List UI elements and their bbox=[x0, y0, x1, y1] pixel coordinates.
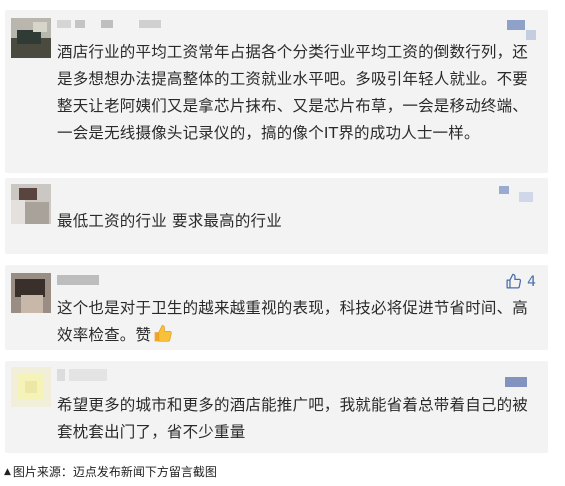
like-area-blurred bbox=[505, 377, 527, 387]
thumbs-up-emoji-icon bbox=[154, 325, 172, 342]
thumbs-up-outline-icon bbox=[506, 273, 522, 289]
image-caption: ▲ 图片来源：迈点发布新闻下方留言截图 bbox=[4, 464, 217, 480]
comment-text-content: 这个也是对于卫生的越来越重视的表现，科技必将促进节省时间、高效率检查。赞 bbox=[57, 299, 529, 344]
username-blurred bbox=[139, 20, 161, 28]
like-area-blurred bbox=[519, 192, 533, 202]
triangle-marker-icon: ▲ bbox=[4, 467, 11, 477]
avatar[interactable] bbox=[11, 184, 51, 224]
caption-text: 图片来源：迈点发布新闻下方留言截图 bbox=[12, 465, 217, 479]
username-blurred bbox=[101, 20, 113, 28]
comment-text: 酒店行业的平均工资常年占据各个分类行业平均工资的倒数行列，还是多想想办法提高整体… bbox=[57, 43, 529, 142]
comment-text: 希望更多的城市和更多的酒店能推广吧，我就能省着总带着自己的被套枕套出门了，省不少… bbox=[57, 396, 529, 441]
username-blurred bbox=[57, 275, 99, 285]
avatar[interactable] bbox=[11, 367, 51, 407]
like-button[interactable]: 4 bbox=[505, 273, 536, 290]
like-area-blurred bbox=[499, 186, 509, 194]
avatar[interactable] bbox=[11, 18, 51, 58]
comment-card: 希望更多的城市和更多的酒店能推广吧，我就能省着总带着自己的被套枕套出门了，省不少… bbox=[5, 361, 548, 453]
comment-card: 4 这个也是对于卫生的越来越重视的表现，科技必将促进节省时间、高效率检查。赞 bbox=[5, 265, 548, 350]
username-blurred bbox=[75, 20, 85, 28]
username-blurred bbox=[69, 369, 107, 381]
username-blurred bbox=[57, 369, 65, 381]
comment-card: 最低工资的行业 要求最高的行业 bbox=[5, 178, 548, 254]
like-area-blurred bbox=[507, 20, 525, 30]
avatar[interactable] bbox=[11, 273, 51, 313]
like-count: 4 bbox=[527, 273, 536, 290]
username-blurred bbox=[57, 20, 71, 28]
comment-card: 酒店行业的平均工资常年占据各个分类行业平均工资的倒数行列，还是多想想办法提高整体… bbox=[5, 10, 548, 173]
comment-text: 这个也是对于卫生的越来越重视的表现，科技必将促进节省时间、高效率检查。赞 bbox=[57, 295, 533, 349]
comment-text: 最低工资的行业 要求最高的行业 bbox=[57, 212, 282, 230]
